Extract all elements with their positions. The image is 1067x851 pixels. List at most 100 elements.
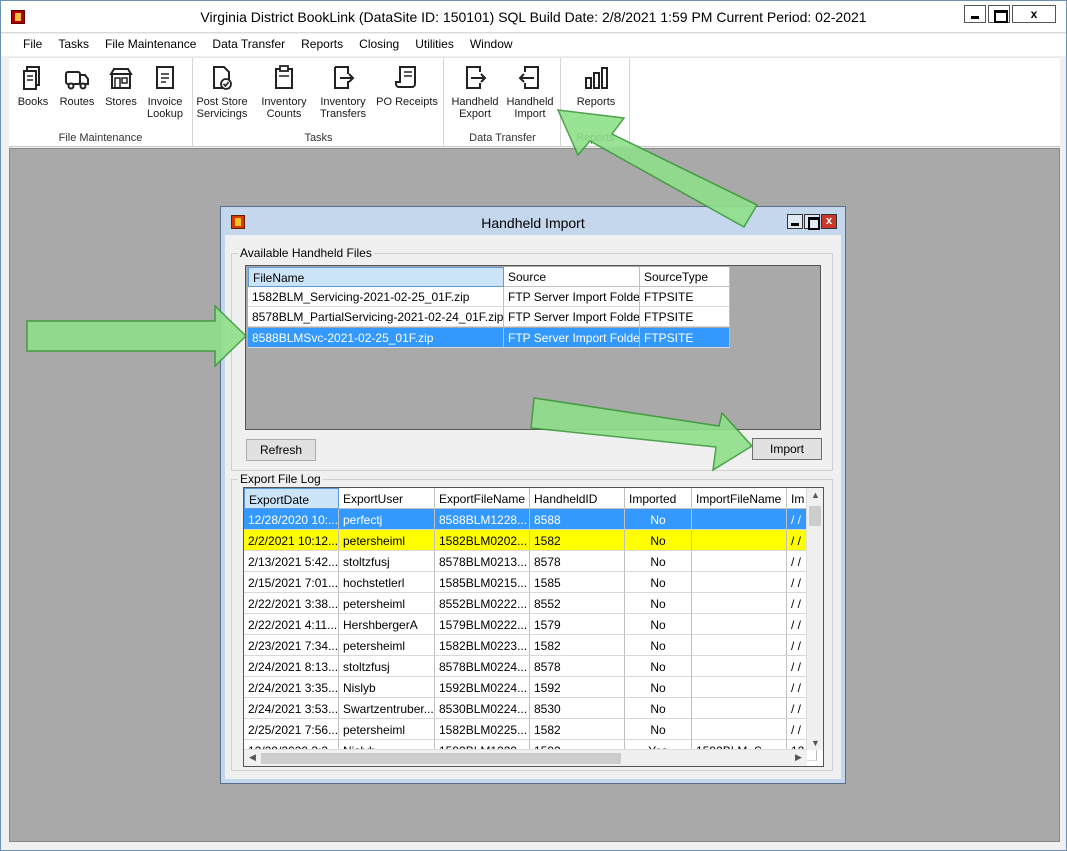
minimize-button[interactable] <box>964 5 986 23</box>
handheld-export-button[interactable]: Handheld Export <box>449 62 501 120</box>
handheldid-cell: 8588 <box>530 509 625 530</box>
imported-cell: No <box>625 572 692 593</box>
import-icon <box>518 66 539 89</box>
po-receipts-button[interactable]: PO Receipts <box>376 62 438 108</box>
export-log-row[interactable]: 2/25/2021 7:56... petersheiml 1582BLM0225.… <box>244 719 817 740</box>
scroll-right-icon[interactable]: ▶ <box>790 752 807 763</box>
inventory-counts-button[interactable]: Inventory Counts <box>258 62 310 120</box>
dialog-title-bar[interactable]: Handheld Import x <box>221 207 845 233</box>
dialog-maximize-button[interactable] <box>804 214 820 230</box>
ribbon-group-reports: Reports Reports <box>562 58 630 146</box>
available-file-row[interactable]: 1582BLM_Servicing-2021-02-25_01F.zip FTP… <box>248 287 730 307</box>
importfilename-cell <box>692 719 787 740</box>
dialog-title: Handheld Import <box>481 215 585 231</box>
source-cell: FTP Server Import Folder <box>504 328 640 348</box>
horizontal-scrollbar[interactable]: ◀ ▶ <box>244 749 807 766</box>
column-header-source[interactable]: Source <box>504 267 640 287</box>
menu-data-transfer[interactable]: Data Transfer <box>204 34 293 56</box>
sourcetype-cell: FTPSITE <box>640 307 730 327</box>
menu-closing[interactable]: Closing <box>351 34 407 56</box>
export-log-row[interactable]: 12/28/2020 10:... perfectj 8588BLM1228... 8… <box>244 509 817 530</box>
scroll-up-icon[interactable]: ▲ <box>807 490 823 500</box>
scroll-thumb[interactable] <box>809 506 821 526</box>
vertical-scrollbar[interactable]: ▲ ▼ <box>806 488 823 750</box>
export-log-row[interactable]: 2/2/2021 10:12... petersheiml 1582BLM0202.… <box>244 530 817 551</box>
exportdate-cell: 2/2/2021 10:12... <box>244 530 339 551</box>
column-header-filename[interactable]: FileName <box>248 267 504 287</box>
export-log-row[interactable]: 2/24/2021 3:35... Nislyb 1592BLM0224... 159… <box>244 677 817 698</box>
bar-chart-icon <box>585 67 608 89</box>
maximize-button[interactable] <box>988 5 1010 23</box>
column-header-handheldid[interactable]: HandheldID <box>530 488 625 509</box>
importfilename-cell <box>692 572 787 593</box>
exportuser-cell: Nislyb <box>339 677 435 698</box>
menu-tasks[interactable]: Tasks <box>50 34 97 56</box>
exportuser-cell: stoltzfusj <box>339 656 435 677</box>
menu-reports[interactable]: Reports <box>293 34 351 56</box>
available-file-row-selected[interactable]: 8588BLMSvc-2021-02-25_01F.zip FTP Server… <box>248 328 730 348</box>
invoice-lookup-button[interactable]: Invoice Lookup <box>139 62 191 120</box>
exportfilename-cell: 1585BLM0215... <box>435 572 530 593</box>
exportdate-cell: 2/15/2021 7:01... <box>244 572 339 593</box>
available-files-grid[interactable]: FileName Source SourceType 1582BLM_Servi… <box>245 265 821 430</box>
refresh-button[interactable]: Refresh <box>246 439 316 461</box>
column-header-exportfilename[interactable]: ExportFileName <box>435 488 530 509</box>
exportuser-cell: petersheiml <box>339 719 435 740</box>
export-log-row[interactable]: 2/24/2021 8:13... stoltzfusj 8578BLM0224..… <box>244 656 817 677</box>
post-store-servicings-label: Post Store Servicings <box>196 96 248 120</box>
importfilename-cell <box>692 614 787 635</box>
menu-utilities[interactable]: Utilities <box>407 34 462 56</box>
handheld-export-label: Handheld Export <box>451 96 499 120</box>
export-log-row[interactable]: 2/22/2021 3:38... petersheiml 8552BLM0222.… <box>244 593 817 614</box>
clipboard-icon <box>275 65 293 89</box>
menu-file[interactable]: File <box>15 34 50 56</box>
handheldid-cell: 1585 <box>530 572 625 593</box>
export-log-row[interactable]: 2/13/2021 5:42... stoltzfusj 8578BLM0213..… <box>244 551 817 572</box>
scroll-thumb[interactable] <box>261 753 621 764</box>
column-header-imported[interactable]: Imported <box>625 488 692 509</box>
available-files-legend: Available Handheld Files <box>238 246 374 260</box>
exportuser-cell: HershbergerA <box>339 614 435 635</box>
exportdate-cell: 2/23/2021 7:34... <box>244 635 339 656</box>
importfilename-cell <box>692 656 787 677</box>
exportfilename-cell: 1582BLM0202... <box>435 530 530 551</box>
available-file-row[interactable]: 8578BLM_PartialServicing-2021-02-24_01F.… <box>248 307 730 327</box>
ribbon-group-label: Reports <box>576 132 615 144</box>
column-header-sourcetype[interactable]: SourceType <box>640 267 730 287</box>
export-log-row[interactable]: 2/23/2021 7:34... petersheiml 1582BLM0223.… <box>244 635 817 656</box>
import-button[interactable]: Import <box>752 438 822 460</box>
imported-cell: No <box>625 698 692 719</box>
importfilename-cell <box>692 551 787 572</box>
inventory-transfers-button[interactable]: Inventory Transfers <box>317 62 369 120</box>
export-log-row[interactable]: 2/24/2021 3:53... Swartzentruber... 8530BL… <box>244 698 817 719</box>
menu-file-maintenance[interactable]: File Maintenance <box>97 34 204 56</box>
post-store-servicings-button[interactable]: Post Store Servicings <box>196 62 248 120</box>
imported-cell: No <box>625 614 692 635</box>
reports-button[interactable]: Reports <box>570 62 622 108</box>
truck-icon <box>65 71 89 90</box>
handheldid-cell: 1582 <box>530 635 625 656</box>
imported-cell: No <box>625 509 692 530</box>
handheld-import-button[interactable]: Handheld Import <box>504 62 556 120</box>
scroll-down-icon[interactable]: ▼ <box>807 738 823 748</box>
dialog-minimize-button[interactable] <box>787 214 803 229</box>
filename-cell: 8578BLM_PartialServicing-2021-02-24_01F.… <box>248 307 504 327</box>
close-button[interactable]: x <box>1012 5 1056 23</box>
column-header-importfilename[interactable]: ImportFileName <box>692 488 787 509</box>
export-log-grid[interactable]: ExportDate ExportUser ExportFileName Han… <box>243 487 824 767</box>
column-header-exportuser[interactable]: ExportUser <box>339 488 435 509</box>
exportuser-cell: petersheiml <box>339 530 435 551</box>
ribbon-toolbar: Books Routes Stores Invoice Lookup File … <box>9 57 1060 147</box>
reports-label: Reports <box>576 96 616 108</box>
exportuser-cell: Swartzentruber... <box>339 698 435 719</box>
filename-cell: 1582BLM_Servicing-2021-02-25_01F.zip <box>248 287 504 307</box>
exportdate-cell: 2/25/2021 7:56... <box>244 719 339 740</box>
scroll-left-icon[interactable]: ◀ <box>244 752 261 763</box>
export-log-row[interactable]: 2/15/2021 7:01... hochstetlerl 1585BLM0215… <box>244 572 817 593</box>
available-files-header: FileName Source SourceType <box>248 267 730 287</box>
exportdate-cell: 2/22/2021 3:38... <box>244 593 339 614</box>
column-header-exportdate[interactable]: ExportDate <box>244 488 339 509</box>
dialog-close-button[interactable]: x <box>821 214 837 229</box>
menu-window[interactable]: Window <box>462 34 521 56</box>
export-log-row[interactable]: 2/22/2021 4:11... HershbergerA 1579BLM0222… <box>244 614 817 635</box>
